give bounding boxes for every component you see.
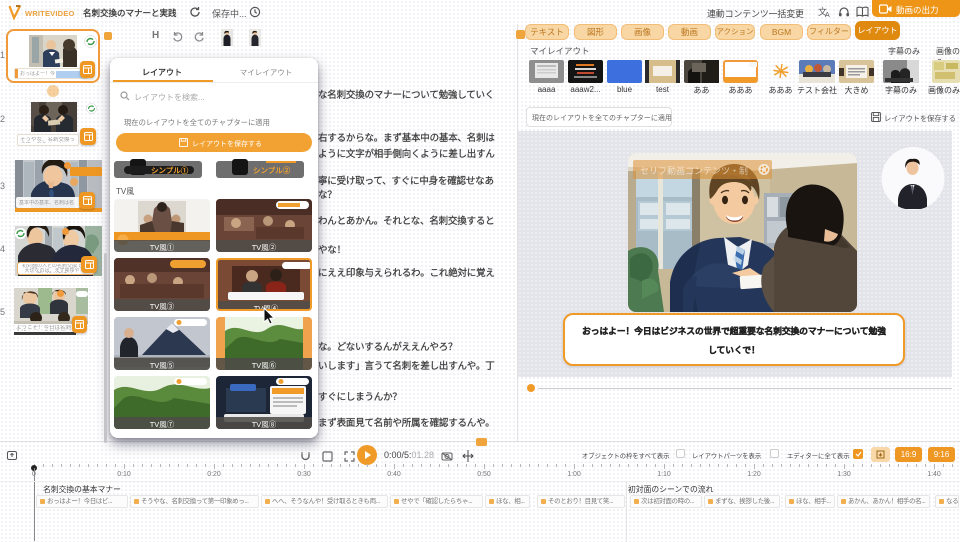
svg-text:セリフ動画コンテンツ・制: セリフ動画コンテンツ・制 — [640, 165, 748, 176]
svg-text:A: A — [825, 12, 830, 18]
